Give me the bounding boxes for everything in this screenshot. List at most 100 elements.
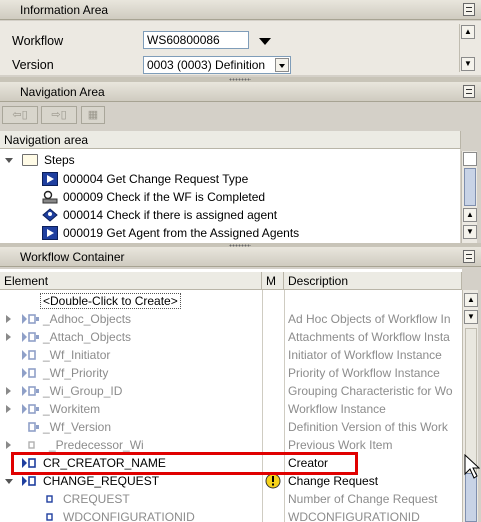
element-name: WDCONFIGURATIONID	[63, 510, 195, 522]
navigation-scrollbar[interactable]: ▲ ▼	[461, 151, 477, 243]
table-row[interactable]: _Workitem Workflow Instance	[0, 400, 462, 418]
field-type-icon	[22, 368, 36, 378]
list-item[interactable]: 000014 Check if there is assigned agent	[0, 206, 460, 224]
scroll-down-icon[interactable]: ▼	[463, 225, 477, 239]
element-name: _Workitem	[43, 402, 101, 416]
expand-icon[interactable]	[6, 387, 11, 395]
field-type-icon	[46, 495, 53, 503]
object-type-icon	[22, 332, 39, 342]
scroll-top-box[interactable]	[463, 152, 477, 166]
table-row[interactable]: WDCONFIGURATIONID WDCONFIGURATIONID	[0, 508, 462, 522]
double-click-to-create[interactable]: <Double-Click to Create>	[40, 293, 181, 309]
element-description: Number of Change Request	[288, 492, 438, 506]
workflow-dropdown-arrow-icon[interactable]	[259, 38, 271, 45]
folder-icon	[22, 154, 38, 166]
workflow-container-title: Workflow Container	[20, 250, 125, 264]
workflow-field[interactable]: WS60800086	[143, 31, 249, 49]
column-element[interactable]: Element	[0, 272, 262, 290]
expand-icon[interactable]	[6, 315, 11, 323]
element-description: Priority of Workflow Instance	[288, 366, 440, 380]
field-type-icon	[46, 513, 53, 521]
structure-type-icon	[22, 350, 36, 360]
element-name: _Wi_Group_ID	[43, 384, 123, 398]
panel-menu-icon[interactable]	[463, 250, 475, 263]
element-name: CREQUEST	[63, 492, 130, 506]
table-row[interactable]: _Attach_Objects Attachments of Workflow …	[0, 328, 462, 346]
collapse-icon[interactable]	[5, 158, 13, 163]
version-select[interactable]: 0003 (0003) Definition	[143, 56, 291, 74]
forward-icon[interactable]: ⇨▯	[41, 106, 77, 124]
list-item[interactable]: 000009 Check if the WF is Completed	[0, 188, 460, 206]
table-row[interactable]: _Wf_Priority Priority of Workflow Instan…	[0, 364, 462, 382]
object-type-icon	[22, 386, 39, 396]
table-row[interactable]: _Wf_Version Definition Version of this W…	[0, 418, 462, 436]
object-type-icon	[22, 404, 39, 414]
table-row[interactable]: _Wi_Group_ID Grouping Characteristic for…	[0, 382, 462, 400]
tree-structure-icon[interactable]: ▦	[81, 106, 105, 124]
scroll-up-icon[interactable]: ▲	[464, 293, 478, 307]
tree-root-steps[interactable]: Steps	[0, 151, 460, 169]
step-label: 000009 Check if the WF is Completed	[63, 190, 266, 204]
container-scrollbar[interactable]: ▲ ▼	[462, 290, 478, 522]
back-icon[interactable]: ⇦▯	[2, 106, 38, 124]
warning-icon	[265, 473, 281, 489]
expand-icon[interactable]	[6, 441, 11, 449]
collapse-icon[interactable]	[5, 479, 13, 484]
condition-step-icon	[42, 190, 58, 204]
element-name: _Adhoc_Objects	[43, 312, 132, 326]
element-name: _Wf_Initiator	[43, 348, 111, 362]
step-label: 000019 Get Agent from the Assigned Agent…	[63, 226, 300, 240]
element-description: Grouping Characteristic for Wo	[288, 384, 453, 398]
column-description[interactable]: Description	[284, 272, 462, 290]
activity-step-icon	[42, 226, 58, 240]
panel-menu-icon[interactable]	[463, 3, 475, 16]
workflow-label: Workflow	[12, 34, 64, 48]
field-type-icon	[28, 441, 35, 449]
expand-icon[interactable]	[6, 333, 11, 341]
object-type-icon	[22, 476, 36, 486]
scroll-down-icon[interactable]: ▼	[461, 57, 475, 71]
element-name: _Wf_Priority	[43, 366, 109, 380]
list-item[interactable]: 000019 Get Agent from the Assigned Agent…	[0, 224, 460, 242]
info-scrollbar[interactable]: ▲ ▼	[459, 24, 475, 72]
activity-step-icon	[42, 172, 58, 186]
element-description: Ad Hoc Objects of Workflow In	[288, 312, 451, 326]
version-dropdown-button[interactable]	[275, 58, 289, 72]
element-description: WDCONFIGURATIONID	[288, 510, 420, 522]
navigation-column-header[interactable]: Navigation area	[0, 131, 461, 149]
element-name: _Wf_Version	[43, 420, 112, 434]
list-item[interactable]: 000004 Get Change Request Type	[0, 170, 460, 188]
scroll-up-icon[interactable]: ▲	[461, 25, 475, 39]
object-type-icon	[22, 314, 39, 324]
mouse-pointer-icon	[464, 454, 480, 479]
step-label: 000014 Check if there is assigned agent	[63, 208, 278, 222]
information-area-title: Information Area	[20, 3, 109, 17]
panel-menu-icon[interactable]	[463, 85, 475, 98]
create-row[interactable]: <Double-Click to Create>	[0, 292, 462, 310]
chevron-down-icon	[279, 64, 285, 68]
version-value: 0003 (0003) Definition	[147, 58, 266, 72]
element-description: Workflow Instance	[288, 402, 386, 416]
scroll-thumb[interactable]	[464, 168, 476, 206]
expand-icon[interactable]	[6, 405, 11, 413]
table-row[interactable]: _Adhoc_Objects Ad Hoc Objects of Workflo…	[0, 310, 462, 328]
element-description: Definition Version of this Work	[288, 420, 448, 434]
version-label: Version	[12, 58, 54, 72]
table-row[interactable]: _Wf_Initiator Initiator of Workflow Inst…	[0, 346, 462, 364]
table-row[interactable]: CREQUEST Number of Change Request	[0, 490, 462, 508]
scroll-up-icon[interactable]: ▲	[463, 208, 477, 222]
decision-step-icon	[42, 208, 58, 222]
highlight-box	[11, 452, 358, 475]
workflow-container-header: Workflow Container	[0, 247, 481, 267]
field-type-icon	[28, 422, 39, 432]
steps-label: Steps	[44, 153, 75, 167]
scroll-thumb[interactable]	[465, 473, 477, 522]
step-label: 000004 Get Change Request Type	[63, 172, 249, 186]
element-description: Initiator of Workflow Instance	[288, 348, 442, 362]
scroll-down-icon[interactable]: ▼	[464, 310, 478, 324]
information-area-header: Information Area	[0, 0, 481, 20]
column-m[interactable]: M	[262, 272, 284, 290]
navigation-area-title: Navigation Area	[20, 85, 105, 99]
navigation-area-header: Navigation Area	[0, 82, 481, 102]
element-name: _Attach_Objects	[43, 330, 132, 344]
